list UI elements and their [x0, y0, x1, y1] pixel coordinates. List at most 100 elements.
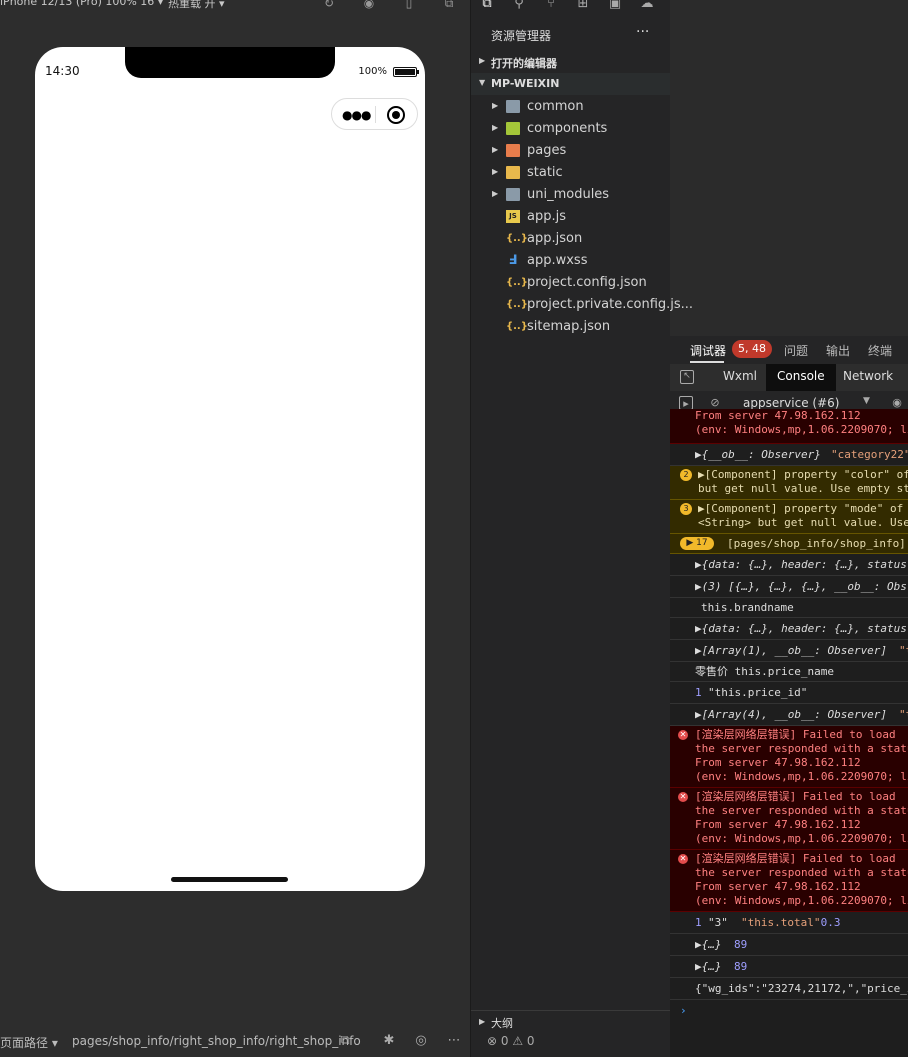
page-path-label[interactable]: 页面路径 ▾ [0, 1034, 58, 1051]
console-error-row[interactable]: ✕ [渲染层网络层错误] Failed to load the server r… [670, 788, 908, 850]
copy-icon[interactable]: ⧉ [442, 0, 456, 10]
more-options-icon[interactable]: ⋯ [446, 1033, 462, 1049]
source-control-icon[interactable]: ⑂ [543, 0, 559, 12]
chevron-down-icon[interactable]: ▼ [863, 396, 870, 406]
device-selector[interactable]: iPhone 12/13 (Pro) 100% 16 ▾ [0, 0, 163, 8]
console-row[interactable]: ▶{data: {…}, header: {…}, status [670, 618, 908, 640]
folder-icon [506, 122, 520, 135]
tree-item-app-js[interactable]: JS app.js [471, 206, 670, 228]
chevron-right-icon: ▶ [479, 1017, 486, 1026]
console-row[interactable]: ▶(3) [{…}, {…}, {…}, __ob__: Obs [670, 576, 908, 598]
folder-icon [506, 144, 520, 157]
explorer-more-icon[interactable]: ··· [636, 24, 649, 40]
eye-icon[interactable]: ◎ [413, 1033, 429, 1049]
tab-terminal[interactable]: 终端 [868, 342, 892, 359]
console-row[interactable]: ▶{…} 89 [670, 934, 908, 956]
tree-item-components[interactable]: ▶ components [471, 118, 670, 140]
search-icon[interactable]: ⚲ [511, 0, 527, 12]
clear-console-icon[interactable]: ⊘ [708, 396, 722, 410]
warning-count-icon: 2 [680, 469, 692, 481]
console-prompt-icon[interactable]: › [680, 1004, 687, 1018]
tab-wxml[interactable]: Wxml [723, 369, 757, 383]
more-icon[interactable]: ●●● [342, 108, 371, 122]
close-target-icon[interactable] [387, 106, 405, 124]
tree-item-static[interactable]: ▶ static [471, 162, 670, 184]
tree-item-uni-modules[interactable]: ▶ uni_modules [471, 184, 670, 206]
tree-item-label: app.json [527, 231, 583, 246]
copy-path-icon[interactable]: ⧉ [337, 1033, 353, 1049]
tree-item-sitemap[interactable]: {..} sitemap.json [471, 316, 670, 338]
console-warning-row[interactable]: 2 ▶[Component] property "color" of but g… [670, 466, 908, 500]
bug-icon[interactable]: ✱ [381, 1033, 397, 1049]
cloud-icon[interactable]: ☁ [639, 0, 655, 12]
outline-section[interactable]: ▶ 大纲 [471, 1010, 670, 1032]
simulator-toolbar: iPhone 12/13 (Pro) 100% 16 ▾ 热重载 开 ▾ ↻ ◉… [0, 0, 470, 14]
folder-icon [506, 166, 520, 179]
eye-icon[interactable]: ◉ [890, 396, 904, 410]
outline-label: 大纲 [491, 1017, 513, 1030]
files-icon[interactable]: ⧉ [479, 0, 495, 12]
console-row[interactable]: ▶{__ob__: Observer} "category22" [670, 444, 908, 466]
tree-item-app-json[interactable]: {..} app.json [471, 228, 670, 250]
chevron-right-icon: ▶ [492, 101, 499, 110]
phone-time: 14:30 [45, 64, 80, 78]
console-row: 零售价 this.price_name [670, 662, 908, 682]
tab-output[interactable]: 输出 [826, 342, 850, 359]
tab-console[interactable]: Console [777, 369, 825, 383]
js-file-icon: JS [506, 210, 520, 223]
debugger-tabs: 调试器 5, 48 问题 输出 终端 [670, 336, 908, 364]
tree-item-label: app.wxss [527, 253, 588, 268]
tree-item-label: uni_modules [527, 187, 610, 202]
save-icon[interactable]: ▣ [607, 0, 623, 12]
console-row: this.brandname [670, 598, 908, 618]
inspect-icon[interactable]: ↖ [680, 370, 694, 384]
console-row[interactable]: ▶{data: {…}, header: {…}, status [670, 554, 908, 576]
json-file-icon: {..} [506, 299, 528, 310]
console-row: {"wg_ids":"23274,21172,","price_i [670, 978, 908, 1000]
explorer-title: 资源管理器 [491, 29, 552, 43]
console-warning-group-row[interactable]: ▶ 17 [pages/shop_info/shop_info] [670, 534, 908, 554]
chevron-right-icon: ▶ [492, 189, 499, 198]
simulator-status-bar: 页面路径 ▾ pages/shop_info/right_shop_info/r… [0, 1030, 470, 1057]
warning-count-icon: 3 [680, 503, 692, 515]
tree-item-label: components [527, 121, 608, 136]
stop-icon[interactable]: ◉ [362, 0, 376, 10]
debugger-pane: 调试器 5, 48 问题 输出 终端 ↖ Wxml Console Networ… [670, 336, 908, 1057]
hot-reload-toggle[interactable]: 热重载 开 ▾ [168, 0, 225, 11]
open-editors-section[interactable]: ▶ 打开的编辑器 [471, 51, 670, 73]
error-icon: ✕ [678, 792, 688, 802]
sidebar-toggle-icon[interactable]: ▸ [679, 396, 693, 410]
console-log: From server 47.98.162.112 (env: Windows,… [670, 409, 908, 1057]
console-row[interactable]: ▶[Array(4), __ob__: Observer] "t [670, 704, 908, 726]
explorer-pane: ⧉ ⚲ ⑂ ⊞ ▣ ☁ 资源管理器 ··· ▶ 打开的编辑器 ▼ MP-WEIX… [471, 0, 693, 1057]
tab-network[interactable]: Network [843, 369, 893, 383]
tab-problems[interactable]: 问题 [784, 342, 808, 359]
console-row[interactable]: ▶[Array(1), __ob__: Observer] "t [670, 640, 908, 662]
console-error-row[interactable]: ✕ [渲染层网络层错误] Failed to load the server r… [670, 726, 908, 788]
tree-item-pages[interactable]: ▶ pages [471, 140, 670, 162]
error-warning-badge: 5, 48 [732, 340, 772, 358]
refresh-icon[interactable]: ↻ [322, 0, 336, 10]
context-selector[interactable]: appservice (#6) [743, 396, 839, 410]
chevron-right-icon: ▶ [492, 167, 499, 176]
console-warning-row[interactable]: 3 ▶[Component] property "mode" of <Strin… [670, 500, 908, 534]
error-icon: ✕ [678, 854, 688, 864]
phone-icon[interactable]: ▯ [402, 0, 416, 10]
console-error-row[interactable]: ✕ [渲染层网络层错误] Failed to load the server r… [670, 850, 908, 912]
open-editors-label: 打开的编辑器 [491, 57, 557, 70]
project-section[interactable]: ▼ MP-WEIXIN [471, 73, 670, 95]
folder-icon [506, 188, 520, 201]
extensions-icon[interactable]: ⊞ [575, 0, 591, 12]
tree-item-common[interactable]: ▶ common [471, 96, 670, 118]
activity-bar: ⧉ ⚲ ⑂ ⊞ ▣ ☁ [471, 0, 670, 14]
console-row[interactable]: ▶{…} 89 [670, 956, 908, 978]
tree-item-app-wxss[interactable]: Ⅎ app.wxss [471, 250, 670, 272]
phone-screen: 14:30 100% ●●● [35, 47, 425, 891]
tree-item-project-config[interactable]: {..} project.config.json [471, 272, 670, 294]
json-file-icon: {..} [506, 321, 528, 332]
json-file-icon: {..} [506, 277, 528, 288]
tab-debugger[interactable]: 调试器 [690, 342, 726, 359]
tree-item-project-private-config[interactable]: {..} project.private.config.js... [471, 294, 693, 316]
console-row: 1 "this.price_id" [670, 682, 908, 704]
problem-counts[interactable]: ⊗ 0 ⚠ 0 [487, 1034, 535, 1048]
